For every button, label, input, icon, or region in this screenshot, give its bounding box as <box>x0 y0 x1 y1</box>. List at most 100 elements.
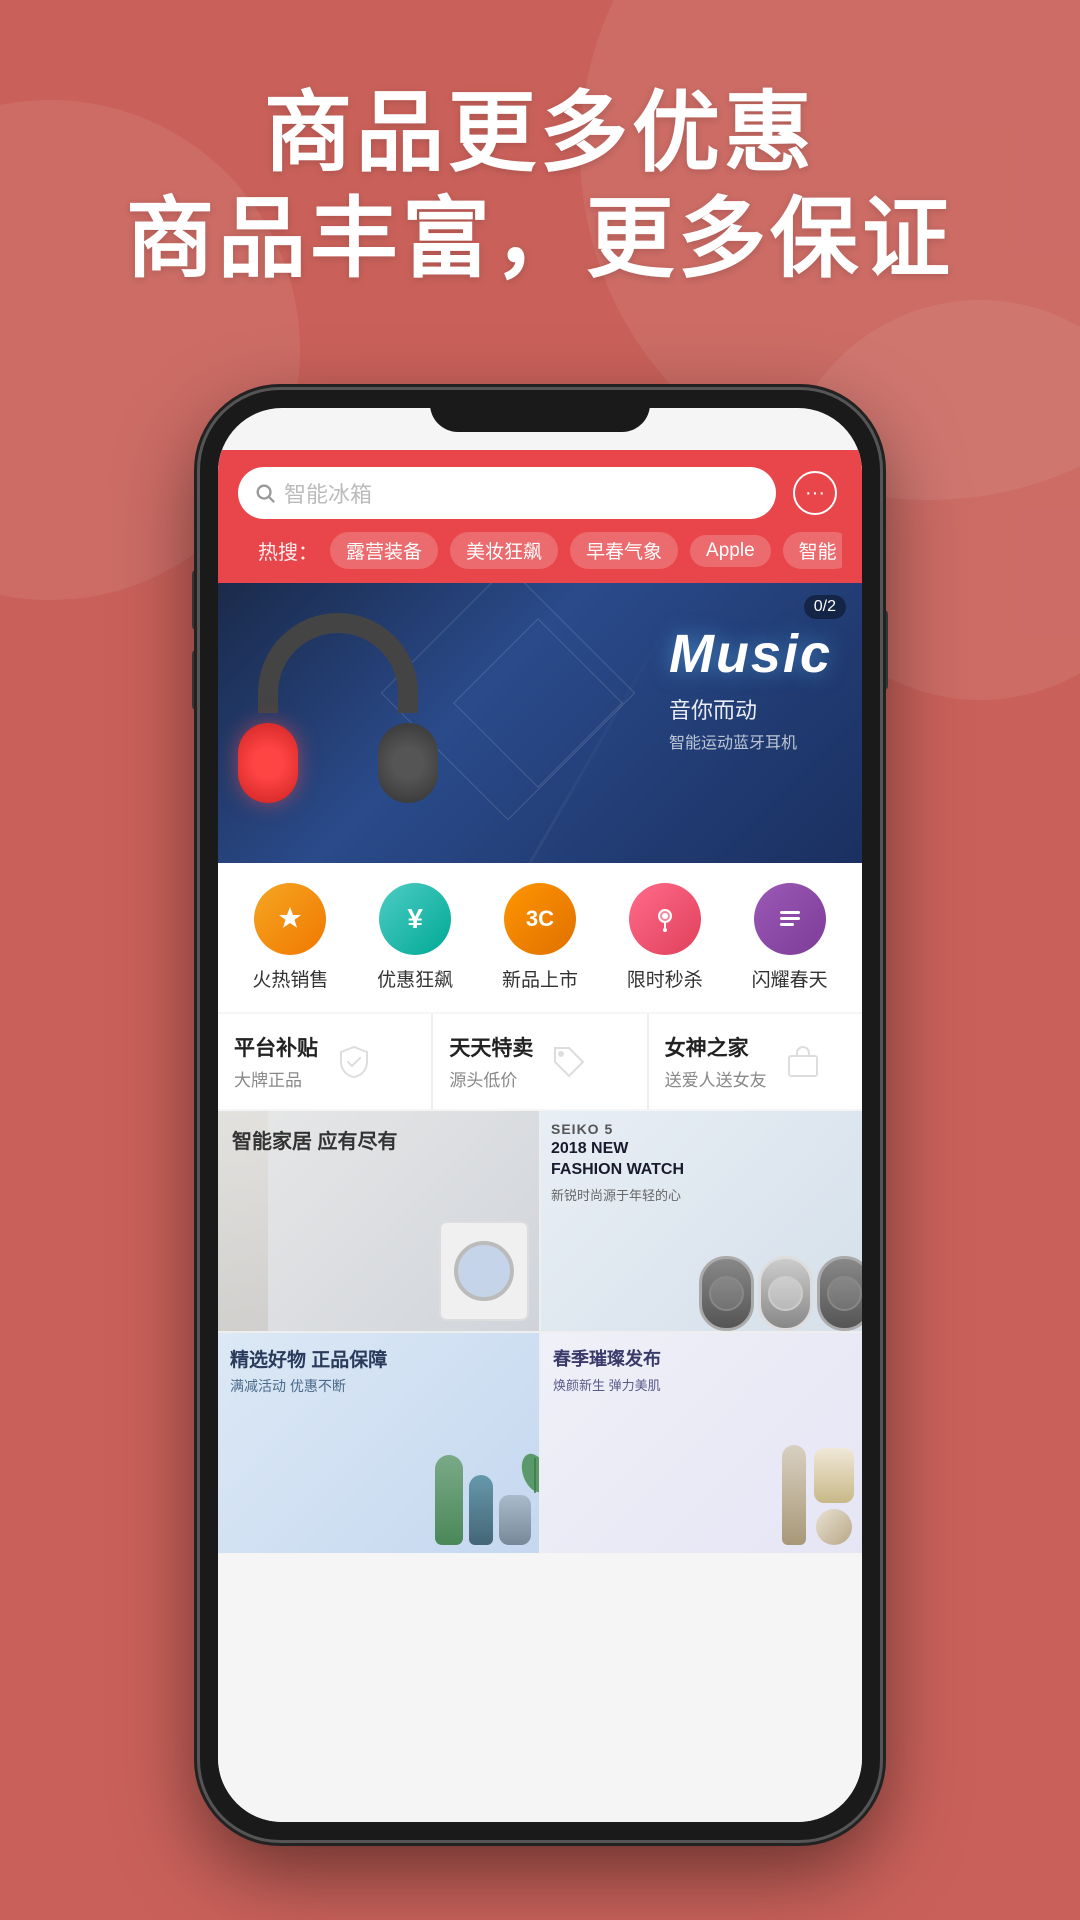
watch-item-silver <box>758 1256 813 1331</box>
app-content: 智能冰箱 ··· 热搜： 露营装备 美妆狂飙 早春气象 <box>218 450 862 1822</box>
seiko-brand: SEIKO 5 <box>551 1121 684 1137</box>
banner-sub2: 智能运动蓝牙耳机 <box>669 729 832 753</box>
headphone-arc <box>258 613 418 713</box>
hot-sales-label: 火热销售 <box>252 965 328 992</box>
phone-mockup: 智能冰箱 ··· 热搜： 露营装备 美妆狂飙 早春气象 <box>200 390 880 1840</box>
tag-spring[interactable]: 早春气象 <box>570 532 678 569</box>
banner-title: Music <box>669 623 832 685</box>
hero-section: 商品更多优惠 商品丰富，更多保证 <box>0 80 1080 291</box>
skincare-bottle-group <box>774 1437 862 1553</box>
hero-line2: 商品丰富，更多保证 <box>0 186 1080 292</box>
skin-title: 春季璀璨发布 <box>553 1345 661 1371</box>
power-button <box>880 610 888 690</box>
banner-text: Music 音你而动 智能运动蓝牙耳机 <box>669 623 832 753</box>
volume-up-button <box>192 570 200 630</box>
hot-search-label: 热搜： <box>258 536 318 565</box>
tag-beauty[interactable]: 美妆狂飙 <box>450 532 558 569</box>
headphone-product <box>238 593 458 843</box>
leaf-icon <box>515 1443 539 1493</box>
washer-visual <box>439 1221 529 1321</box>
discount-icon: ¥ <box>379 883 451 955</box>
volume-down-button <box>192 650 200 710</box>
watch-title: 2018 NEWFASHION WATCH <box>551 1139 684 1181</box>
tag-camping[interactable]: 露营装备 <box>330 532 438 569</box>
spring-icon <box>754 883 826 955</box>
feature-goddess[interactable]: 女神之家 送爱人送女友 <box>649 1014 862 1109</box>
chat-dots: ··· <box>805 482 825 505</box>
search-icon <box>254 482 276 504</box>
tag-apple[interactable]: Apple <box>690 535 771 567</box>
feature-subsidy-text: 平台补贴 大牌正品 <box>234 1032 318 1091</box>
category-hot-sales[interactable]: 火热销售 <box>240 883 340 992</box>
headphone-left-cup <box>238 723 298 803</box>
watch-display <box>699 1256 862 1331</box>
spring-label: 闪耀春天 <box>752 965 828 992</box>
hero-line1: 商品更多优惠 <box>0 80 1080 186</box>
shield-icon <box>332 1040 376 1084</box>
smart-home-text: 智能家居 应有尽有 <box>232 1125 398 1154</box>
chat-button[interactable]: ··· <box>788 466 842 520</box>
banner-subtitle: 音你而动 <box>669 693 832 725</box>
feature-goddess-sub: 送爱人送女友 <box>665 1066 767 1091</box>
sk-bottle-round <box>816 1509 852 1545</box>
discount-label: 优惠狂飙 <box>377 965 453 992</box>
new-products-label: 新品上市 <box>502 965 578 992</box>
bottle-tall <box>435 1455 463 1545</box>
sk-bottle-fat <box>814 1448 854 1503</box>
cosm-sub: 满减活动 优惠不断 <box>230 1376 387 1396</box>
chat-bubble-icon: ··· <box>793 471 837 515</box>
product-skincare[interactable]: 春季璀璨发布 焕颜新生 弹力美肌 <box>541 1333 862 1553</box>
washer-drum <box>454 1241 514 1301</box>
bottle-group <box>435 1455 539 1553</box>
search-placeholder: 智能冰箱 <box>284 477 372 509</box>
tag-icon <box>547 1040 591 1084</box>
phone-notch <box>430 390 650 432</box>
feature-daily-sub: 源头低价 <box>449 1066 533 1091</box>
watch-text: SEIKO 5 2018 NEWFASHION WATCH 新锐时尚源于年轻的心 <box>551 1121 684 1204</box>
feature-daily-deals[interactable]: 天天特卖 源头低价 <box>433 1014 646 1109</box>
banner-counter: 0/2 <box>804 595 846 619</box>
search-area: 智能冰箱 ··· 热搜： 露营装备 美妆狂飙 早春气象 <box>218 450 862 583</box>
product-smart-home[interactable]: 智能家居 应有尽有 <box>218 1111 539 1331</box>
search-input-wrap[interactable]: 智能冰箱 <box>238 467 776 519</box>
category-new-products[interactable]: 3C 新品上市 <box>490 883 590 992</box>
main-banner[interactable]: Music 音你而动 智能运动蓝牙耳机 0/2 <box>218 583 862 863</box>
category-flash-sale[interactable]: 限时秒杀 <box>615 883 715 992</box>
feature-subsidy-sub: 大牌正品 <box>234 1066 318 1091</box>
hot-sales-icon <box>254 883 326 955</box>
feature-daily-text: 天天特卖 源头低价 <box>449 1032 533 1091</box>
feature-daily-title: 天天特卖 <box>449 1032 533 1062</box>
flash-sale-icon <box>629 883 701 955</box>
product-cosmetics[interactable]: 精选好物 正品保障 满减活动 优惠不断 <box>218 1333 539 1553</box>
category-discount[interactable]: ¥ 优惠狂飙 <box>365 883 465 992</box>
feature-row: 平台补贴 大牌正品 天天特卖 源头低价 <box>218 1014 862 1109</box>
bottle-mid <box>469 1475 493 1545</box>
category-spring[interactable]: 闪耀春天 <box>740 883 840 992</box>
hot-search-row: 热搜： 露营装备 美妆狂飙 早春气象 Apple 智能 <box>238 520 842 583</box>
product-grid: 智能家居 应有尽有 SEIKO 5 2018 NEWFASHION WATCH … <box>218 1111 862 1553</box>
search-bar[interactable]: 智能冰箱 ··· <box>238 466 842 520</box>
product-watch[interactable]: SEIKO 5 2018 NEWFASHION WATCH 新锐时尚源于年轻的心 <box>541 1111 862 1331</box>
headphone-right-cup <box>378 723 438 803</box>
headphone-image <box>238 593 438 813</box>
cosm-title: 精选好物 正品保障 <box>230 1345 387 1372</box>
sk-bottle-tall <box>782 1445 806 1545</box>
feature-goddess-title: 女神之家 <box>665 1032 767 1062</box>
skincare-text: 春季璀璨发布 焕颜新生 弹力美肌 <box>553 1345 661 1394</box>
category-row: 火热销售 ¥ 优惠狂飙 3C 新品上市 <box>218 863 862 1012</box>
skin-sub: 焕颜新生 弹力美肌 <box>553 1375 661 1394</box>
bottle-short <box>499 1495 531 1545</box>
feature-goddess-text: 女神之家 送爱人送女友 <box>665 1032 767 1091</box>
tag-smart[interactable]: 智能 <box>783 532 842 569</box>
phone-screen: 智能冰箱 ··· 热搜： 露营装备 美妆狂飙 早春气象 <box>218 408 862 1822</box>
new-products-icon: 3C <box>504 883 576 955</box>
cosmetics-text: 精选好物 正品保障 满减活动 优惠不断 <box>230 1345 387 1396</box>
watch-item-dark2 <box>817 1256 862 1331</box>
watch-sub: 新锐时尚源于年轻的心 <box>551 1185 684 1204</box>
flash-sale-label: 限时秒杀 <box>627 965 703 992</box>
feature-subsidy-title: 平台补贴 <box>234 1032 318 1062</box>
feature-subsidy[interactable]: 平台补贴 大牌正品 <box>218 1014 431 1109</box>
smart-home-title: 智能家居 应有尽有 <box>232 1125 398 1154</box>
watch-item-dark <box>699 1256 754 1331</box>
bag-icon <box>781 1040 825 1084</box>
